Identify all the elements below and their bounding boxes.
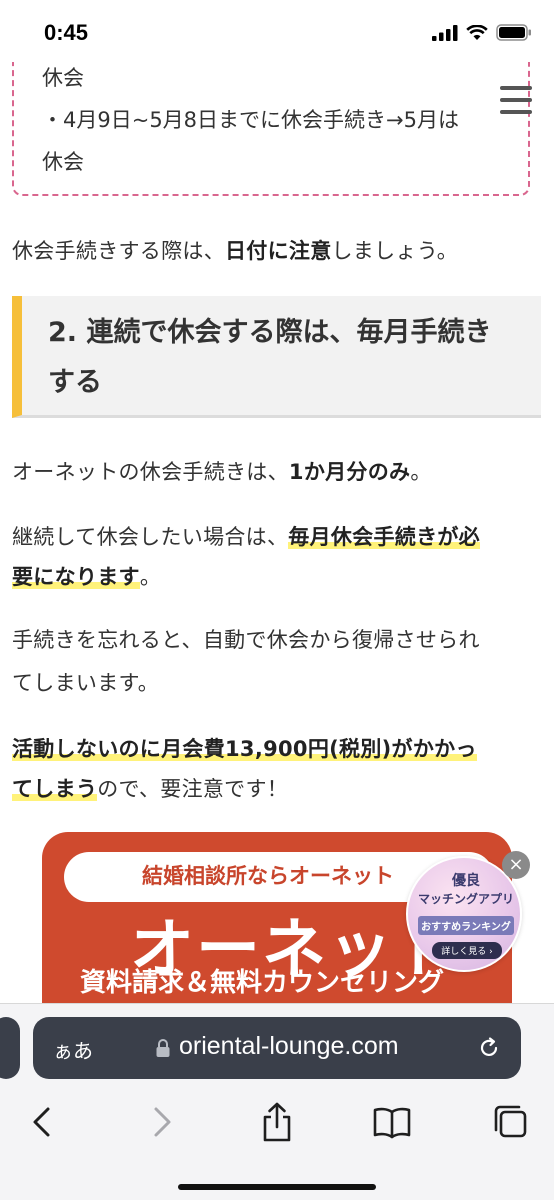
section-heading: 2. 連続で休会する際は、毎月手続き する <box>12 296 541 418</box>
status-bar: 0:45 <box>0 0 554 62</box>
paragraph-one-month: オーネットの休会手続きは、1か月分のみ。 <box>12 460 432 484</box>
forward-icon[interactable] <box>140 1100 184 1144</box>
wifi-icon <box>466 24 488 40</box>
paragraph-monthly-line-1: 継続して休会したい場合は、毎月休会手続きが必 <box>12 525 480 549</box>
article-content: 休会 ・4月9日~5月8日までに休会手続き→5月は 休会 休会手続きする際は、日… <box>0 0 554 1010</box>
address-bar[interactable]: ぁあ oriental-lounge.com <box>33 1017 521 1079</box>
badge-close-icon[interactable]: × <box>502 851 530 879</box>
badge-line-2: マッチングアプリ <box>417 892 514 906</box>
bookmarks-icon[interactable] <box>370 1100 414 1144</box>
banner-subtitle: 資料請求＆無料カウンセリング <box>80 968 445 998</box>
previous-tab-edge[interactable] <box>0 1017 20 1079</box>
back-icon[interactable] <box>20 1100 64 1144</box>
paragraph-fee-line-2: てしまうので、要注意です！ <box>12 777 289 801</box>
safari-toolbar: ぁあ oriental-lounge.com <box>0 1003 554 1200</box>
status-time: 0:45 <box>44 20 89 45</box>
battery-icon <box>496 24 531 41</box>
status-icons <box>432 24 532 41</box>
paragraph-fee-line-1: 活動しないのに月会費13,900円(税別)がかかっ <box>12 737 477 761</box>
badge-line-3: おすすめランキング <box>418 916 514 935</box>
signal-icon <box>432 24 458 41</box>
reload-icon[interactable] <box>477 1036 501 1060</box>
tabs-icon[interactable] <box>488 1100 532 1144</box>
heading-line-1: 2. 連続で休会する際は、毎月手続き <box>48 317 492 348</box>
paragraph-monthly-line-2: 要になります。 <box>12 565 162 589</box>
hamburger-menu-icon[interactable] <box>496 82 536 118</box>
lock-icon <box>156 1039 170 1057</box>
share-icon[interactable] <box>255 1100 299 1144</box>
page-settings-button[interactable]: ぁあ <box>53 1035 93 1064</box>
url-text: oriental-lounge.com <box>179 1032 399 1060</box>
notice-line-2: ・4月9日~5月8日までに休会手続き→5月は <box>42 108 459 132</box>
home-indicator <box>178 1184 376 1190</box>
notice-line-3: 休会 <box>42 150 84 174</box>
banner-pill-text: 結婚相談所ならオーネット <box>142 864 394 888</box>
heading-line-2: する <box>48 367 102 398</box>
paragraph-auto-return-line-2: てしまいます。 <box>12 671 159 695</box>
badge-details-button[interactable]: 詳しく見る › <box>432 942 502 959</box>
paragraph-auto-return-line-1: 手続きを忘れると、自動で休会から復帰させられ <box>12 628 480 652</box>
notice-line-1: 休会 <box>42 66 84 90</box>
paragraph-date-note: 休会手続きする際は、日付に注意しましょう。 <box>12 239 459 263</box>
